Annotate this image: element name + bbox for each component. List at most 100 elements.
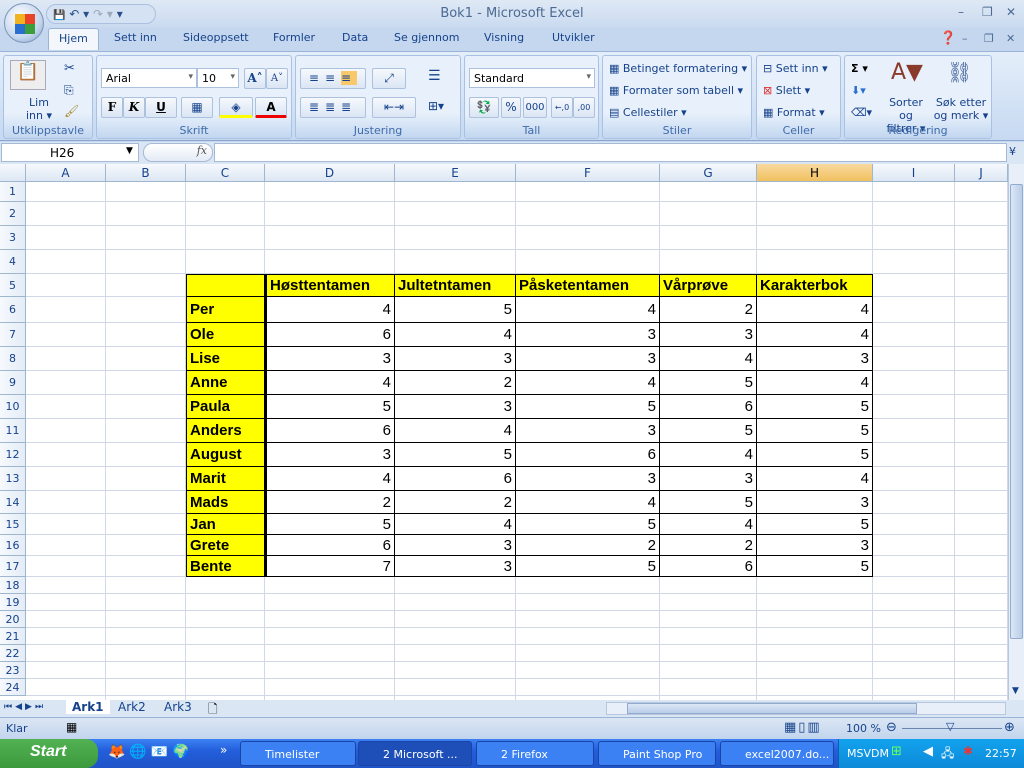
column-header-I[interactable]: I xyxy=(873,164,955,182)
close-button[interactable]: ✕ xyxy=(1006,5,1016,19)
help-icon[interactable]: ❓ xyxy=(940,31,956,46)
grade-cell[interactable]: 4 xyxy=(757,371,873,395)
grade-cell[interactable]: 4 xyxy=(395,514,516,535)
row-header-20[interactable]: 20 xyxy=(0,611,26,628)
column-heading-cell[interactable]: Vårprøve xyxy=(660,274,757,297)
tab-sett-inn[interactable]: Sett inn xyxy=(114,31,157,44)
cut-icon[interactable]: ✂ xyxy=(64,61,75,76)
quick-launch-icons[interactable]: 🦊🌐📧🌍 xyxy=(108,744,194,760)
column-header-J[interactable]: J xyxy=(955,164,1008,182)
grade-cell[interactable]: 2 xyxy=(516,535,660,556)
vertical-scroll-thumb[interactable] xyxy=(1010,184,1023,639)
expand-formula-bar-icon[interactable]: ¥ xyxy=(1009,145,1016,158)
row-header-11[interactable]: 11 xyxy=(0,419,26,443)
grade-cell[interactable]: 5 xyxy=(757,443,873,467)
fill-icon[interactable]: ⬇▾ xyxy=(851,84,866,97)
format-cells-button[interactable]: ▦ Format ▾ xyxy=(763,106,825,119)
row-header-16[interactable]: 16 xyxy=(0,535,26,556)
merge-center-icon[interactable]: ⊞▾ xyxy=(428,99,444,113)
taskbar-item[interactable]: 2 Firefox xyxy=(476,741,594,766)
grade-cell[interactable]: 5 xyxy=(660,419,757,443)
column-header-C[interactable]: C xyxy=(186,164,265,182)
grade-cell[interactable]: 5 xyxy=(516,556,660,577)
tab-sideoppsett[interactable]: Sideoppsett xyxy=(183,31,249,44)
row-header-23[interactable]: 23 xyxy=(0,662,26,679)
grade-cell[interactable]: 3 xyxy=(516,419,660,443)
insert-cells-button[interactable]: ⊟ Sett inn ▾ xyxy=(763,62,828,75)
format-as-table-button[interactable]: ▦ Formater som tabell ▾ xyxy=(609,84,743,97)
row-header-14[interactable]: 14 xyxy=(0,491,26,514)
taskbar-item[interactable]: Timelister xyxy=(240,741,356,766)
grade-cell[interactable]: 2 xyxy=(265,491,395,514)
row-header-1[interactable]: 1 xyxy=(0,182,26,202)
grade-cell[interactable]: 5 xyxy=(265,514,395,535)
student-name-cell[interactable]: Jan xyxy=(186,514,265,535)
row-header-4[interactable]: 4 xyxy=(0,250,26,274)
insert-function-button[interactable]: fx xyxy=(143,143,213,162)
row-header-10[interactable]: 10 xyxy=(0,395,26,419)
grade-cell[interactable]: 5 xyxy=(395,297,516,323)
undo-button[interactable]: ↶ ▾ xyxy=(69,7,89,21)
student-name-cell[interactable]: August xyxy=(186,443,265,467)
grade-cell[interactable]: 2 xyxy=(660,297,757,323)
number-format-select[interactable]: Standard xyxy=(469,68,595,88)
student-name-cell[interactable]: Anne xyxy=(186,371,265,395)
find-binoculars-icon[interactable]: ⛓ xyxy=(947,60,972,84)
column-header-G[interactable]: G xyxy=(660,164,757,182)
row-header-17[interactable]: 17 xyxy=(0,556,26,577)
workbook-restore-button[interactable]: ❐ xyxy=(984,32,994,45)
sheet-tab-ark2[interactable]: Ark2 xyxy=(114,700,150,714)
grade-cell[interactable]: 4 xyxy=(660,347,757,371)
grade-cell[interactable]: 3 xyxy=(757,347,873,371)
redo-button[interactable]: ↷ ▾ xyxy=(93,7,113,21)
grade-cell[interactable]: 3 xyxy=(660,467,757,491)
grade-cell[interactable]: 2 xyxy=(660,535,757,556)
taskbar-item[interactable]: Paint Shop Pro xyxy=(598,741,716,766)
zoom-level[interactable]: 100 % xyxy=(846,722,881,735)
tab-se-gjennom[interactable]: Se gjennom xyxy=(394,31,459,44)
format-painter-icon[interactable]: 🖌 xyxy=(64,104,79,118)
grade-cell[interactable]: 5 xyxy=(516,395,660,419)
grade-cell[interactable]: 3 xyxy=(265,443,395,467)
table-corner-cell[interactable] xyxy=(186,274,265,297)
sheet-nav-icons[interactable]: ⏮◀▶⏭ xyxy=(4,702,46,712)
office-button[interactable] xyxy=(4,3,44,43)
copy-icon[interactable]: ⎘ xyxy=(64,83,74,98)
find-select-button[interactable]: Søk etter og merk ▾ xyxy=(933,96,989,122)
column-heading-cell[interactable]: Karakterbok xyxy=(757,274,873,297)
student-name-cell[interactable]: Anders xyxy=(186,419,265,443)
wrap-text-icon[interactable]: ☰ xyxy=(428,68,441,84)
grade-cell[interactable]: 4 xyxy=(395,419,516,443)
grade-cell[interactable]: 6 xyxy=(265,323,395,347)
student-name-cell[interactable]: Per xyxy=(186,297,265,323)
orientation-icon[interactable]: ⤢ xyxy=(372,68,406,89)
row-header-3[interactable]: 3 xyxy=(0,226,26,250)
zoom-in-icon[interactable]: ⊕ xyxy=(1004,720,1015,735)
shrink-font-button[interactable]: A˅ xyxy=(266,68,288,89)
font-name-select[interactable]: Arial xyxy=(101,68,197,88)
tab-hjem[interactable]: Hjem xyxy=(48,28,99,50)
sheet-tab-ark1[interactable]: Ark1 xyxy=(66,700,110,714)
grade-cell[interactable]: 5 xyxy=(395,443,516,467)
bold-button[interactable]: F xyxy=(101,97,123,118)
row-header-9[interactable]: 9 xyxy=(0,371,26,395)
tab-data[interactable]: Data xyxy=(342,31,368,44)
conditional-formatting-button[interactable]: ▦ Betinget formatering ▾ xyxy=(609,62,747,75)
bluetooth-icon[interactable]: ✱ xyxy=(963,744,973,758)
grade-cell[interactable]: 7 xyxy=(265,556,395,577)
grade-cell[interactable]: 5 xyxy=(660,371,757,395)
fill-color-icon[interactable]: ◈ xyxy=(219,97,253,118)
taskbar-item[interactable]: 2 Microsoft ... xyxy=(358,741,472,766)
student-name-cell[interactable]: Marit xyxy=(186,467,265,491)
student-name-cell[interactable]: Grete xyxy=(186,535,265,556)
grade-cell[interactable]: 3 xyxy=(395,535,516,556)
formula-input[interactable] xyxy=(214,143,1007,162)
column-heading-cell[interactable]: Jultetntamen xyxy=(395,274,516,297)
workbook-close-button[interactable]: ✕ xyxy=(1006,32,1015,45)
column-header-H[interactable]: H xyxy=(757,164,873,182)
workbook-minimize-button[interactable]: – xyxy=(962,32,968,45)
grade-cell[interactable]: 4 xyxy=(265,371,395,395)
row-header-13[interactable]: 13 xyxy=(0,467,26,491)
grade-cell[interactable]: 4 xyxy=(660,514,757,535)
column-header-D[interactable]: D xyxy=(265,164,395,182)
